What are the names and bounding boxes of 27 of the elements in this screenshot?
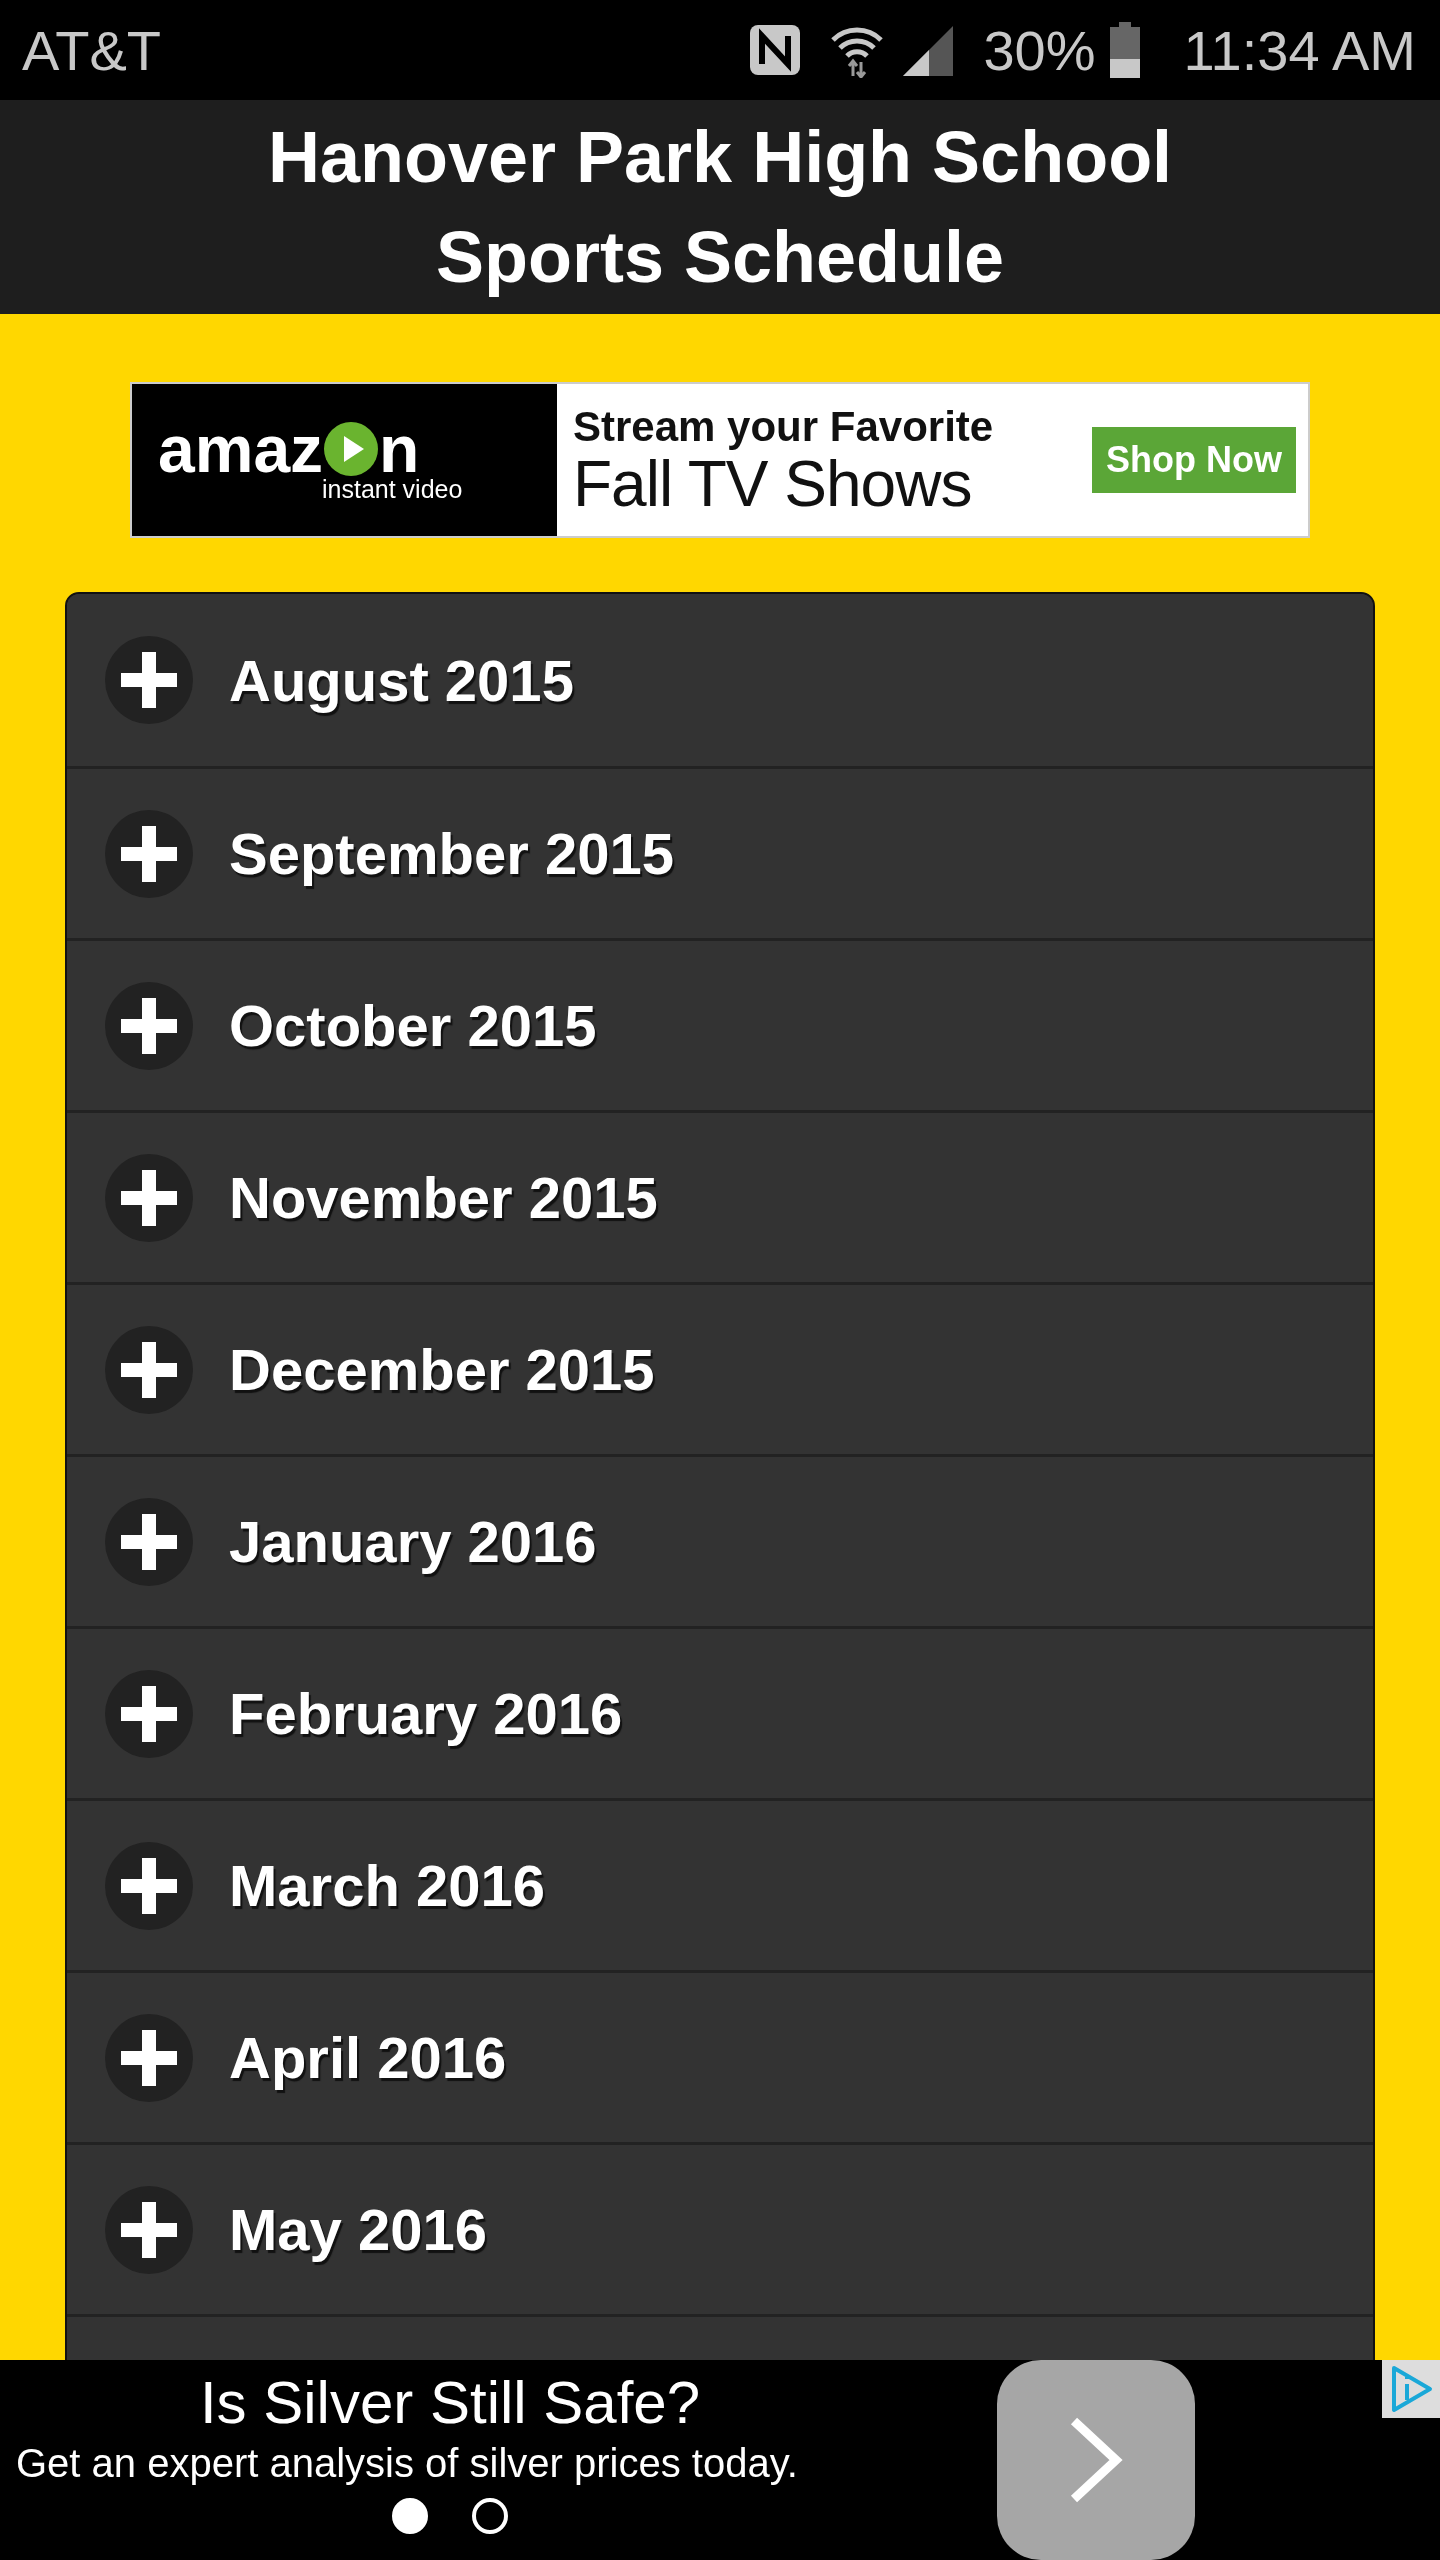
plus-icon [105, 2013, 193, 2102]
ad-headline: Stream your Favorite [573, 403, 995, 451]
clock-time: 11:34 AM [1183, 17, 1416, 83]
page-dot[interactable] [392, 2498, 428, 2534]
app-title: Hanover Park High School [267, 116, 1173, 199]
page-dot[interactable] [472, 2498, 508, 2534]
battery-icon [1109, 22, 1140, 78]
ad-text: Get an expert analysis of silver prices today. [15, 2440, 798, 2487]
next-button[interactable] [997, 2360, 1195, 2560]
nfc-icon [749, 24, 802, 76]
play-icon [323, 420, 380, 477]
plus-icon [105, 1153, 193, 1242]
logo-text: amaz [158, 416, 324, 481]
battery-percent: 30% [983, 17, 1096, 83]
plus-icon [105, 1841, 193, 1930]
plus-icon [105, 1669, 193, 1758]
ad-title: Is Silver Still Safe? [199, 2368, 701, 2438]
plus-icon [105, 1325, 193, 1414]
plus-icon [105, 809, 193, 898]
plus-icon [105, 2185, 193, 2274]
carrier-name: AT&T [22, 17, 161, 83]
plus-icon [105, 1497, 193, 1586]
plus-icon [105, 636, 193, 724]
logo-tagline: instant video [322, 474, 464, 504]
plus-icon [105, 981, 193, 1070]
app-title: Sports Schedule [435, 216, 1005, 299]
ad-subline: Fall TV Shows [573, 451, 973, 517]
